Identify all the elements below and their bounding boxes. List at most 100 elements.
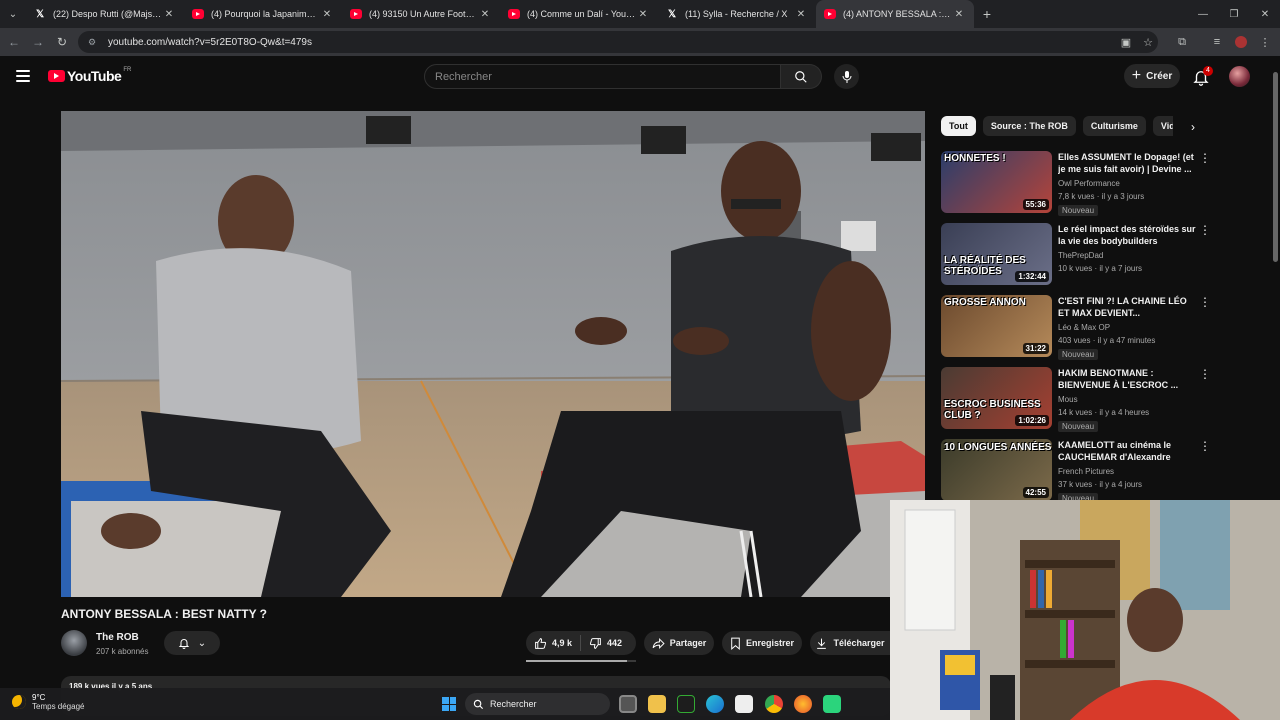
recommendation-channel[interactable]: Owl Performance [1058, 179, 1120, 188]
recommendation-channel[interactable]: French Pictures [1058, 467, 1114, 476]
filter-chip[interactable]: Tout [941, 116, 976, 136]
recommendation-meta: 403 vues · il y a 47 minutes [1058, 336, 1156, 345]
close-tab-icon[interactable]: ✕ [478, 9, 492, 20]
more-options-icon[interactable]: ⋮ [1199, 152, 1211, 164]
voice-search-button[interactable] [834, 64, 859, 89]
recommendation-channel[interactable]: Léo & Max OP [1058, 323, 1110, 332]
search-button[interactable] [781, 64, 822, 89]
back-button[interactable]: ← [2, 28, 26, 56]
weather-widget[interactable]: 9°C Temps dégagé [12, 693, 84, 711]
minimize-button[interactable]: — [1187, 0, 1219, 28]
recommendation-item[interactable]: 10 LONGUES ANNÉES 42:55 KAAMELOTT au ciném… [941, 439, 1211, 504]
more-options-icon[interactable]: ⋮ [1199, 296, 1211, 308]
cast-icon[interactable]: ▣ [1115, 28, 1137, 56]
notification-count-badge: 4 [1203, 66, 1213, 76]
filter-chip[interactable]: Culturisme [1082, 116, 1146, 136]
microsoft-store-icon[interactable] [735, 695, 753, 713]
close-tab-icon[interactable]: ✕ [794, 9, 808, 20]
new-tab-button[interactable]: + [974, 6, 1000, 22]
guide-menu-icon[interactable] [16, 70, 30, 82]
windows-start-icon[interactable] [440, 695, 458, 713]
dislike-button[interactable]: 442 [589, 631, 622, 655]
recommendation-title[interactable]: KAAMELOTT au cinéma le CAUCHEMAR d'Alexa… [1058, 439, 1198, 463]
recommendation-item[interactable]: LA RÉALITÉ DES STÉROÏDES 1:32:44 Le réel i… [941, 223, 1211, 287]
page-scrollbar[interactable] [1270, 56, 1280, 500]
recommendation-item[interactable]: ESCROC BUSINESS CLUB ? 1:02:26 HAKIM BENOT… [941, 367, 1211, 432]
account-avatar[interactable] [1229, 66, 1250, 87]
download-button[interactable]: Télécharger [810, 631, 890, 655]
browser-tab[interactable]: (4) 93150 Un Autre Football Ep...✕ [342, 0, 500, 28]
country-code: FR [123, 67, 132, 73]
nvidia-icon[interactable] [677, 695, 695, 713]
video-thumbnail[interactable]: HONNETES ! 55:36 [941, 151, 1052, 213]
more-options-icon[interactable]: ⋮ [1199, 224, 1211, 236]
save-button[interactable]: Enregistrer [722, 631, 802, 655]
browser-tab[interactable]: (4) ANTONY BESSALA : BEST NA...✕ [816, 0, 974, 28]
browser-tab[interactable]: (4) Comme un Dalí - YouTube ✕ [500, 0, 658, 28]
bookmark-star-icon[interactable]: ☆ [1137, 28, 1159, 56]
logo-text: YouTube [67, 68, 122, 84]
taskbar-search[interactable]: Rechercher [465, 693, 610, 715]
reload-button[interactable]: ↻ [50, 28, 74, 56]
close-window-button[interactable]: ✕ [1249, 0, 1280, 28]
app-icon[interactable] [823, 695, 841, 713]
browser-tab[interactable]: 𝕏 (22) Despo Rutti (@MajsterOffic...✕ [26, 0, 184, 28]
extensions-icon[interactable]: ⧉ [1171, 28, 1193, 56]
recommendation-title[interactable]: C'EST FINI ?! LA CHAINE LÉO ET MAX DEVIE… [1058, 295, 1198, 319]
more-options-icon[interactable]: ⋮ [1199, 440, 1211, 452]
close-tab-icon[interactable]: ✕ [162, 9, 176, 20]
video-thumbnail[interactable]: LA RÉALITÉ DES STÉROÏDES 1:32:44 [941, 223, 1052, 285]
recommendation-meta: 37 k vues · il y a 4 jours [1058, 480, 1143, 489]
edge-icon[interactable] [706, 695, 724, 713]
thumbnail-text: HONNETES ! [944, 153, 1006, 164]
browser-tab[interactable]: (4) Pourquoi la Japanimation va...✕ [184, 0, 342, 28]
recommendation-title[interactable]: Le réel impact des stéroïdes sur la vie … [1058, 223, 1198, 247]
file-explorer-icon[interactable] [648, 695, 666, 713]
tab-search-button[interactable]: ⌄ [0, 0, 26, 28]
like-count: 4,9 k [552, 638, 573, 648]
recommendation-channel[interactable]: Mous [1058, 395, 1078, 404]
channel-avatar[interactable] [61, 630, 87, 656]
close-tab-icon[interactable]: ✕ [952, 9, 966, 20]
restore-button[interactable]: ❐ [1218, 0, 1250, 28]
reading-list-icon[interactable]: ≡ [1206, 28, 1228, 56]
download-label: Télécharger [833, 638, 885, 648]
firefox-icon[interactable] [794, 695, 812, 713]
x-icon: 𝕏 [667, 8, 677, 20]
filter-chip[interactable]: Vidéos [1152, 116, 1173, 136]
new-badge: Nouveau [1058, 421, 1099, 432]
site-info-icon[interactable]: ⚙ [88, 37, 102, 48]
recommendation-item[interactable]: GROSSE ANNON 31:22 C'EST FINI ?! LA CHAINE… [941, 295, 1211, 360]
chrome-icon[interactable] [765, 695, 783, 713]
forward-button[interactable]: → [26, 28, 50, 56]
search-icon [473, 699, 484, 709]
filter-chip[interactable]: Source : The ROB [982, 116, 1076, 136]
tab-title: (11) Sylla - Recherche / X [685, 9, 788, 19]
close-tab-icon[interactable]: ✕ [636, 9, 650, 20]
subscription-bell-button[interactable]: ⌄ [164, 631, 220, 655]
close-tab-icon[interactable]: ✕ [320, 9, 334, 20]
channel-name[interactable]: The ROB [96, 632, 139, 643]
browser-menu-icon[interactable]: ⋮ [1254, 28, 1276, 56]
video-thumbnail[interactable]: ESCROC BUSINESS CLUB ? 1:02:26 [941, 367, 1052, 429]
profile-icon[interactable] [1230, 28, 1252, 56]
recommendation-title[interactable]: HAKIM BENOTMANE : BIENVENUE À L'ESCROC .… [1058, 367, 1198, 391]
video-player[interactable] [61, 111, 925, 597]
recommendation-title[interactable]: Elles ASSUMENT le Dopage! (et je me suis… [1058, 151, 1198, 175]
like-button[interactable]: 4,9 k [526, 631, 572, 655]
share-button[interactable]: Partager [644, 631, 714, 655]
browser-tab[interactable]: 𝕏 (11) Sylla - Recherche / X ✕ [658, 0, 816, 28]
search-input[interactable] [435, 70, 780, 83]
address-bar[interactable]: ⚙ youtube.com/watch?v=5r2E0T8O-Qw&t=479s [78, 31, 1158, 53]
create-button[interactable]: + Créer [1124, 64, 1180, 88]
youtube-logo[interactable]: YouTube FR [48, 67, 132, 84]
more-options-icon[interactable]: ⋮ [1199, 368, 1211, 380]
like-ratio-bar [526, 660, 636, 662]
recommendation-item[interactable]: HONNETES ! 55:36 Elles ASSUMENT le Dopage!… [941, 151, 1211, 216]
chevron-right-icon[interactable]: › [1184, 117, 1202, 137]
scrollbar-thumb[interactable] [1273, 72, 1278, 262]
task-view-icon[interactable] [619, 695, 637, 713]
video-thumbnail[interactable]: 10 LONGUES ANNÉES 42:55 [941, 439, 1052, 501]
recommendation-channel[interactable]: ThePrepDad [1058, 251, 1103, 260]
video-thumbnail[interactable]: GROSSE ANNON 31:22 [941, 295, 1052, 357]
